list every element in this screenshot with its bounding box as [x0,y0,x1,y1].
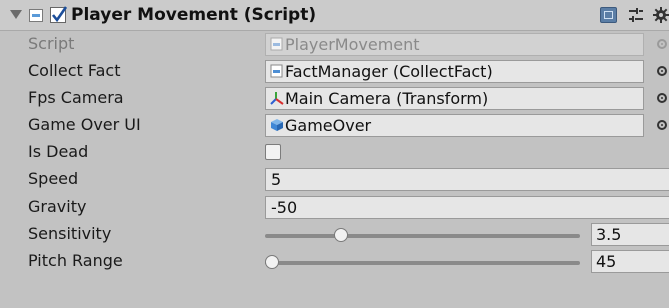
gravity-input[interactable]: -50 [265,196,669,219]
speed-value: 5 [271,170,282,189]
row-sensitivity: Sensitivity 3.5 [0,221,669,248]
speed-label: Speed [28,169,79,188]
component-enabled-checkbox[interactable] [50,6,67,23]
script-file-icon [270,37,283,51]
speed-input[interactable]: 5 [265,168,669,191]
script-field: PlayerMovement [265,33,644,56]
fps-camera-value: Main Camera (Transform) [285,89,489,108]
sensitivity-slider-thumb[interactable] [334,228,349,242]
fps-camera-label: Fps Camera [28,88,124,107]
script-label: Script [28,34,75,53]
sensitivity-value: 3.5 [596,225,622,244]
gear-icon[interactable] [653,7,669,23]
gravity-value: -50 [271,198,298,217]
object-picker-icon[interactable] [657,66,667,76]
script-file-icon [29,9,43,22]
sensitivity-label: Sensitivity [28,224,112,243]
gameobject-cube-icon [271,119,283,131]
pitch-range-label: Pitch Range [28,251,123,270]
fps-camera-field[interactable]: Main Camera (Transform) [265,87,644,110]
component-title: Player Movement (Script) [71,5,317,25]
preset-icon[interactable] [629,8,643,23]
collect-fact-label: Collect Fact [28,61,121,80]
pitch-range-input[interactable]: 45 [591,250,669,273]
row-fps-camera: Fps Camera Main Camera (Transform) [0,85,669,112]
row-is-dead: Is Dead [0,139,669,166]
row-collect-fact: Collect Fact FactManager (CollectFact) [0,58,669,85]
game-over-ui-label: Game Over UI [28,115,141,134]
foldout-arrow-icon[interactable] [10,10,22,19]
game-over-ui-value: GameOver [285,116,372,135]
pitch-range-slider-thumb[interactable] [265,255,279,269]
pitch-range-value: 45 [596,252,617,271]
row-script: Script PlayerMovement [0,31,669,58]
transform-icon [270,92,284,105]
row-game-over-ui: Game Over UI GameOver [0,112,669,139]
sensitivity-input[interactable]: 3.5 [591,223,669,246]
pitch-range-slider[interactable] [265,255,580,269]
is-dead-label: Is Dead [28,142,89,161]
collect-fact-field[interactable]: FactManager (CollectFact) [265,60,644,83]
object-picker-icon [657,39,667,49]
object-picker-icon[interactable] [657,93,667,103]
script-value: PlayerMovement [285,35,420,54]
row-pitch-range: Pitch Range 45 [0,248,669,275]
row-speed: Speed 5 [0,166,669,193]
checkmark-icon [51,6,67,23]
object-picker-icon[interactable] [657,120,667,130]
game-over-ui-field[interactable]: GameOver [265,114,644,137]
gravity-label: Gravity [28,197,87,216]
script-file-icon [270,64,283,78]
sensitivity-slider[interactable] [265,228,580,242]
component-header[interactable]: Player Movement (Script) [0,0,669,31]
collect-fact-value: FactManager (CollectFact) [285,62,493,81]
is-dead-checkbox[interactable] [265,144,281,160]
help-book-icon[interactable] [600,7,617,23]
row-gravity: Gravity -50 [0,194,669,221]
